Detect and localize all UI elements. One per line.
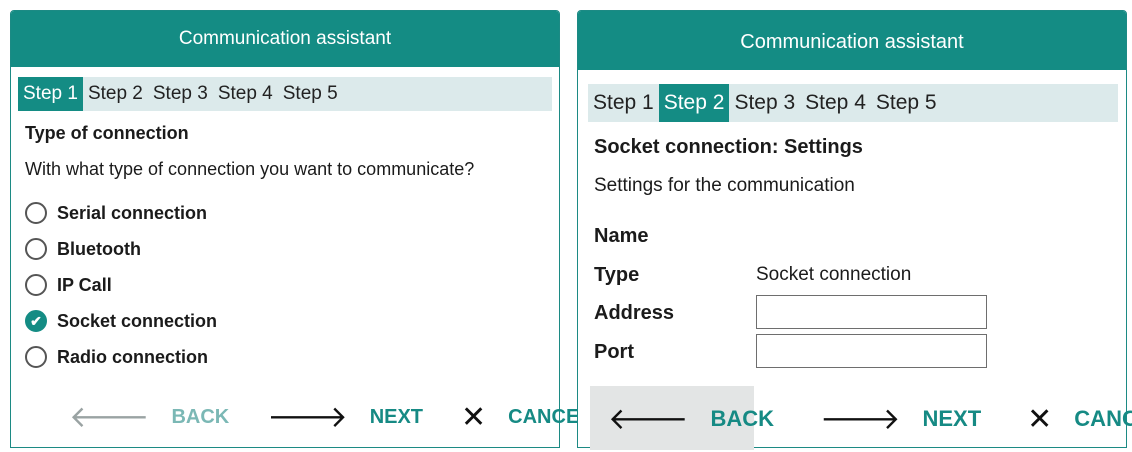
step-tab-4[interactable]: Step 4 — [213, 77, 278, 111]
window-title: Communication assistant — [578, 11, 1126, 70]
radio-circle[interactable] — [25, 346, 47, 368]
step-tab-2[interactable]: Step 2 — [83, 77, 148, 111]
cancel-label: CANCEL — [1074, 406, 1132, 431]
type-value: Socket connection — [756, 264, 912, 285]
button-bar: 🡐 BACK 🡒 NEXT ✕ CANCEL — [608, 401, 1132, 437]
radio-bluetooth[interactable]: Bluetooth — [25, 238, 141, 260]
question-text: With what type of connection you want to… — [25, 159, 475, 179]
back-label: BACK — [710, 406, 775, 431]
step-tab-5[interactable]: Step 5 — [278, 77, 343, 111]
port-input[interactable] — [756, 334, 987, 368]
section-heading: Socket connection: Settings — [594, 136, 863, 158]
step-navigation: Step 1 Step 2 Step 3 Step 4 Step 5 — [588, 84, 1118, 122]
window-title: Communication assistant — [11, 11, 559, 67]
arrow-right-icon: 🡒 — [267, 401, 348, 434]
back-button[interactable]: 🡐 BACK — [608, 401, 774, 437]
checkmark-icon[interactable]: ✔ — [25, 310, 47, 332]
step-navigation: Step 1 Step 2 Step 3 Step 4 Step 5 — [18, 77, 552, 111]
radio-radio-connection[interactable]: Radio connection — [25, 346, 208, 368]
assistant-window-step1: Communication assistant Step 1 Step 2 St… — [10, 10, 592, 448]
back-button[interactable]: 🡐 BACK — [69, 399, 229, 435]
arrow-right-icon: 🡒 — [820, 403, 901, 436]
next-label: NEXT — [922, 406, 982, 431]
cancel-button[interactable]: ✕ CANCEL — [461, 400, 591, 435]
section-heading: Type of connection — [25, 123, 189, 143]
step-tab-5[interactable]: Step 5 — [871, 84, 942, 122]
address-input[interactable] — [756, 295, 987, 329]
radio-label: Serial connection — [57, 202, 208, 223]
name-label: Name — [594, 225, 649, 247]
close-icon: ✕ — [1027, 402, 1053, 436]
next-button[interactable]: 🡒 NEXT — [267, 399, 423, 435]
cancel-button[interactable]: ✕ CANCEL — [1027, 402, 1132, 437]
back-label: BACK — [171, 405, 230, 428]
radio-socket-connection[interactable]: ✔ Socket connection — [25, 310, 217, 332]
step-tab-4[interactable]: Step 4 — [800, 84, 871, 122]
port-label: Port — [594, 341, 634, 363]
type-label: Type — [594, 264, 640, 286]
step-tab-2[interactable]: Step 2 — [658, 84, 730, 122]
radio-serial-connection[interactable]: Serial connection — [25, 202, 207, 224]
button-bar: 🡐 BACK 🡒 NEXT ✕ CANCEL — [69, 399, 630, 435]
close-icon: ✕ — [461, 400, 487, 434]
radio-circle[interactable] — [25, 202, 47, 224]
address-label: Address — [594, 302, 675, 324]
step-tab-3[interactable]: Step 3 — [148, 77, 213, 111]
arrow-left-icon: 🡐 — [69, 401, 150, 434]
arrow-left-icon: 🡐 — [608, 403, 689, 436]
radio-label: Bluetooth — [57, 238, 141, 259]
radio-ip-call[interactable]: IP Call — [25, 274, 112, 296]
next-label: NEXT — [369, 405, 424, 428]
step-tab-1[interactable]: Step 1 — [18, 77, 83, 111]
assistant-window-step2: Communication assistant Step 1 Step 2 St… — [577, 10, 1132, 450]
radio-label: Socket connection — [57, 310, 218, 331]
step-tab-3[interactable]: Step 3 — [729, 84, 800, 122]
radio-circle[interactable] — [25, 274, 47, 296]
next-button[interactable]: 🡒 NEXT — [820, 401, 981, 437]
step-tab-1[interactable]: Step 1 — [588, 84, 659, 122]
radio-label: Radio connection — [57, 346, 209, 367]
radio-label: IP Call — [57, 274, 112, 295]
radio-circle[interactable] — [25, 238, 47, 260]
subtitle-text: Settings for the communication — [594, 175, 855, 196]
